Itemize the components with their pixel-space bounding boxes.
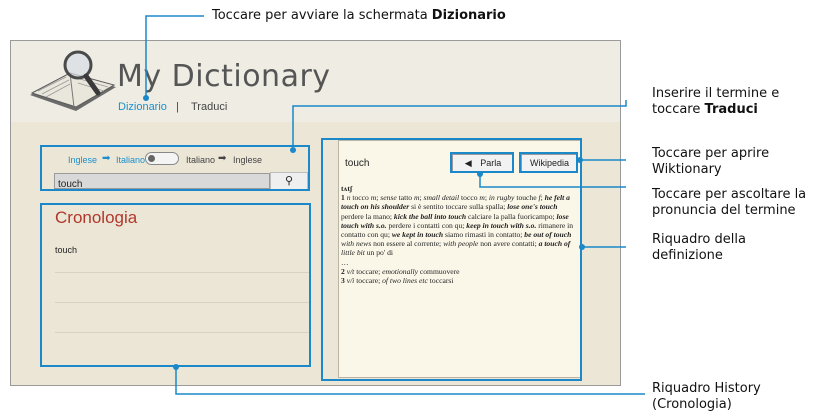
callout-translate: Inserire il termine e toccare Traduci: [652, 86, 780, 117]
callout-pronunciation: Toccare per ascoltare la pronuncia del t…: [652, 187, 807, 218]
callout-wiktionary: Toccare per aprire Wiktionary: [652, 146, 770, 177]
callout-definition: Riquadro della definizione: [652, 232, 746, 263]
callout-dictionary: Toccare per avviare la schermata Diziona…: [212, 8, 506, 23]
callout-history: Riquadro History (Cronologia): [652, 381, 761, 412]
